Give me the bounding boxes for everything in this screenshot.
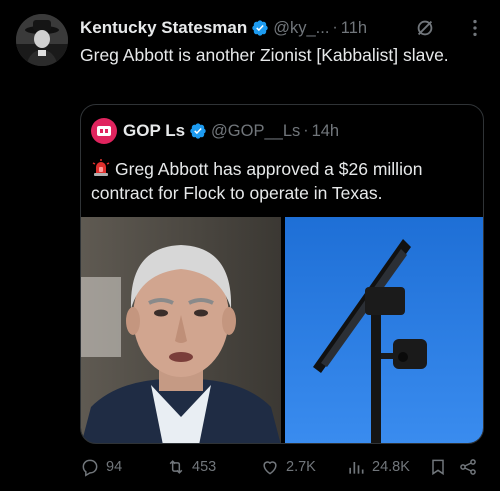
quoted-text: Greg Abbott has approved a $26 million c… — [91, 159, 423, 203]
bookmark-button[interactable] — [428, 454, 454, 480]
share-icon — [460, 459, 476, 475]
verified-badge-icon — [252, 20, 268, 36]
verified-badge-icon — [190, 123, 206, 139]
view-count: 24.8K — [372, 459, 410, 475]
post[interactable]: Kentucky Statesman @ky_... · 11h Greg Ab… — [0, 0, 500, 491]
like-button[interactable]: 2.7K — [260, 454, 316, 480]
quoted-post[interactable]: GOP Ls @GOP__Ls · 14h Greg Abbott has ap… — [80, 104, 484, 444]
reply-button[interactable]: 94 — [80, 454, 122, 480]
share-button[interactable] — [458, 454, 484, 480]
separator: · — [303, 122, 309, 139]
author-avatar[interactable] — [16, 14, 68, 66]
repost-icon — [169, 460, 183, 474]
action-bar: 94 453 2.7K 24.8K — [80, 454, 490, 480]
author-handle[interactable]: @ky_... — [273, 19, 329, 38]
post-text: Greg Abbott is another Zionist [Kabbalis… — [80, 45, 449, 65]
bookmark-icon — [432, 459, 444, 476]
reply-count: 94 — [106, 459, 123, 475]
author-name[interactable]: Kentucky Statesman — [80, 18, 247, 38]
quoted-text-block: Greg Abbott has approved a $26 million c… — [91, 157, 476, 205]
gop-logo-icon — [97, 126, 111, 136]
quoted-avatar[interactable] — [91, 118, 117, 144]
quoted-author-name[interactable]: GOP Ls — [123, 121, 185, 141]
reply-icon — [82, 459, 98, 477]
repost-count: 453 — [192, 459, 217, 475]
repost-button[interactable]: 453 — [166, 454, 216, 480]
quoted-time[interactable]: 14h — [312, 122, 340, 141]
views-button[interactable]: 24.8K — [346, 454, 410, 480]
like-icon — [263, 461, 277, 475]
photo-flock-camera[interactable] — [285, 217, 483, 443]
separator: · — [332, 19, 338, 36]
quoted-header: GOP Ls @GOP__Ls · 14h — [91, 118, 340, 144]
quoted-media[interactable] — [81, 217, 483, 443]
quoted-handle[interactable]: @GOP__Ls — [211, 122, 300, 141]
views-icon — [349, 462, 364, 474]
more-icon[interactable] — [464, 17, 486, 39]
siren-icon — [92, 159, 110, 176]
grok-icon[interactable] — [414, 17, 436, 39]
like-count: 2.7K — [286, 459, 316, 475]
photo-portrait[interactable] — [81, 217, 281, 443]
post-time[interactable]: 11h — [341, 19, 367, 38]
post-header: Kentucky Statesman @ky_... · 11h — [80, 16, 486, 40]
